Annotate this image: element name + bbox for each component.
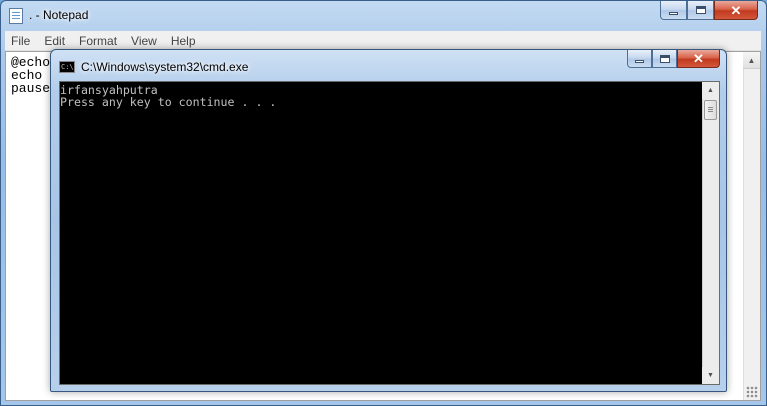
menu-file[interactable]: File	[5, 34, 37, 48]
cmd-icon: C:\	[59, 61, 75, 73]
maximize-icon	[659, 54, 670, 63]
scrollbar-thumb[interactable]	[704, 100, 717, 120]
cmd-maximize-button[interactable]	[652, 50, 677, 68]
notepad-menubar: File Edit Format View Help	[5, 31, 761, 51]
notepad-minimize-button[interactable]	[660, 1, 687, 20]
scroll-down-icon[interactable]: ▼	[702, 367, 719, 384]
notepad-icon	[9, 8, 23, 24]
menu-help[interactable]: Help	[164, 34, 203, 48]
close-icon: ✕	[730, 2, 742, 18]
cmd-titlebar[interactable]: C:\ C:\Windows\system32\cmd.exe ✕	[51, 50, 726, 80]
cmd-close-button[interactable]: ✕	[677, 50, 720, 68]
notepad-titlebar[interactable]: . - Notepad ✕	[1, 1, 766, 31]
cmd-vertical-scrollbar[interactable]: ▲ ▼	[702, 82, 719, 384]
cmd-caption-buttons: ✕	[627, 50, 720, 70]
minimize-icon	[635, 60, 644, 63]
notepad-maximize-button[interactable]	[687, 1, 714, 20]
menu-view[interactable]: View	[124, 34, 164, 48]
console-output-line: Press any key to continue . . .	[60, 95, 277, 109]
notepad-caption-buttons: ✕	[660, 1, 758, 22]
cmd-console[interactable]: irfansyahputra Press any key to continue…	[59, 81, 720, 385]
menu-edit[interactable]: Edit	[37, 34, 72, 48]
menu-format[interactable]: Format	[72, 34, 124, 48]
scroll-up-icon[interactable]: ▲	[743, 52, 760, 69]
resize-grip-icon[interactable]	[746, 386, 758, 398]
cmd-title: C:\Windows\system32\cmd.exe	[81, 60, 249, 74]
notepad-title: . - Notepad	[29, 8, 89, 22]
notepad-close-button[interactable]: ✕	[714, 1, 758, 20]
close-icon: ✕	[693, 51, 704, 66]
scroll-up-icon[interactable]: ▲	[702, 82, 719, 99]
notepad-vertical-scrollbar[interactable]: ▲	[743, 52, 760, 400]
maximize-icon	[695, 6, 706, 14]
notepad-line: pause	[11, 81, 51, 96]
minimize-icon	[669, 11, 678, 15]
cmd-window: C:\ C:\Windows\system32\cmd.exe ✕ irfans…	[50, 49, 727, 392]
cmd-minimize-button[interactable]	[627, 50, 652, 68]
